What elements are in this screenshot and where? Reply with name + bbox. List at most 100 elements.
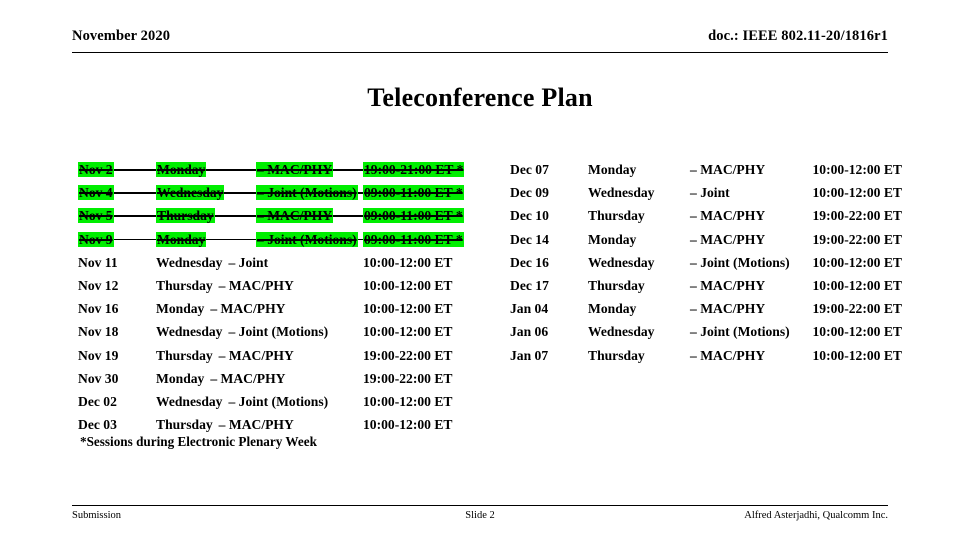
day-type-group: Wednesday – Joint (Motions): [156, 320, 328, 343]
session-date: Nov 4: [78, 181, 114, 204]
footer-slide-number: Slide 2: [465, 510, 495, 521]
session-date: Jan 04: [510, 301, 549, 317]
session-type: – Joint (Motions): [690, 254, 790, 270]
schedule-row: Dec 10 Thursday – MAC/PHY 19:00-22:00 ET: [510, 204, 902, 227]
highlight-mark: Wednesday: [156, 185, 225, 201]
schedule-row: Nov 30 Monday – MAC/PHY 19:00-22:00 ET: [78, 367, 478, 390]
session-date: Nov 11: [78, 254, 118, 270]
session-date: Nov 30: [78, 370, 119, 386]
schedule-row: Nov 19 Thursday – MAC/PHY 19:00-22:00 ET: [78, 344, 478, 367]
session-date: Nov 18: [78, 324, 119, 340]
page-title: Teleconference Plan: [367, 83, 593, 112]
session-time: 09:00-11:00 ET *: [363, 228, 464, 251]
session-type: – Joint (Motions): [690, 324, 790, 340]
schedule-row: Jan 07 Thursday – MAC/PHY 10:00-12:00 ET: [510, 344, 902, 367]
header-doc-ref: doc.: IEEE 802.11-20/1816r1: [708, 28, 888, 44]
schedule-row: Dec 09 Wednesday – Joint 10:00-12:00 ET: [510, 181, 902, 204]
highlight-mark: 09:00-11:00 ET *: [363, 208, 464, 224]
highlight-mark: – MAC/PHY: [256, 208, 334, 224]
session-time: 09:00-11:00 ET *: [363, 181, 464, 204]
session-type: – MAC/PHY: [690, 231, 766, 247]
highlight-mark: Nov 2: [78, 162, 114, 177]
schedule-row: Nov 12 Thursday – MAC/PHY 10:00-12:00 ET: [78, 274, 478, 297]
session-day: Thursday: [156, 204, 215, 227]
schedule-footnote: *Sessions during Electronic Plenary Week: [80, 434, 317, 449]
session-date: Nov 9: [78, 228, 114, 251]
footer-author: Alfred Asterjadhi, Qualcomm Inc.: [744, 510, 888, 521]
session-day: Monday: [588, 162, 637, 177]
highlight-mark: 09:00-11:00 ET *: [363, 185, 464, 201]
session-day: Monday: [156, 228, 207, 251]
highlight-mark: – Joint (Motions): [256, 231, 358, 247]
session-type: – MAC/PHY: [218, 277, 294, 293]
schedule-row: Nov 11 Wednesday – Joint 10:00-12:00 ET: [78, 251, 478, 274]
session-date: Nov 16: [78, 301, 119, 317]
day-type-group: Monday – MAC/PHY: [156, 297, 285, 320]
session-time: 10:00-12:00 ET: [812, 324, 903, 340]
schedule-row: Dec 03 Thursday – MAC/PHY 10:00-12:00 ET: [78, 413, 478, 436]
schedule-row: Nov 2 Monday – MAC/PHY 19:00-21:00 ET *: [78, 158, 478, 181]
session-day: Monday: [588, 301, 637, 317]
session-date: Jan 06: [510, 324, 549, 340]
session-type: – MAC/PHY: [690, 208, 766, 224]
day-type-group: Thursday – MAC/PHY: [156, 274, 294, 297]
session-type: – MAC/PHY: [256, 158, 334, 181]
session-day: Thursday: [156, 277, 213, 293]
highlight-mark: Monday: [156, 231, 207, 247]
session-date: Dec 17: [510, 277, 549, 293]
session-type: – MAC/PHY: [690, 277, 766, 293]
session-day: Wednesday: [588, 185, 655, 201]
schedule-row: Jan 06 Wednesday – Joint (Motions) 10:00-12…: [510, 320, 902, 343]
session-type: – MAC/PHY: [690, 301, 766, 317]
session-time: 10:00-12:00 ET: [363, 324, 453, 340]
session-day: Monday: [156, 370, 205, 386]
session-date: Dec 02: [78, 393, 117, 409]
highlight-mark: Thursday: [156, 208, 215, 224]
session-date: Dec 03: [78, 417, 117, 433]
schedule-row: Dec 17 Thursday – MAC/PHY 10:00-12:00 ET: [510, 274, 902, 297]
session-type: – MAC/PHY: [218, 417, 294, 433]
session-day: Thursday: [588, 208, 645, 224]
session-time: 10:00-12:00 ET: [812, 347, 903, 363]
session-date: Jan 07: [510, 347, 549, 363]
session-type: – Joint (Motions): [228, 324, 329, 340]
session-type: – Joint: [690, 185, 730, 201]
session-time: 19:00-22:00 ET: [812, 231, 903, 247]
session-time: 10:00-12:00 ET: [812, 277, 903, 293]
session-day: Wednesday: [588, 324, 655, 340]
header-date: November 2020: [72, 28, 171, 44]
schedule-row: Dec 02 Wednesday – Joint (Motions) 10:00-12…: [78, 390, 478, 413]
session-date: Nov 5: [78, 204, 114, 227]
session-time: 10:00-12:00 ET: [363, 417, 453, 433]
session-type: – MAC/PHY: [218, 347, 294, 363]
session-day: Monday: [156, 301, 205, 317]
session-date: Dec 16: [510, 254, 549, 270]
session-day: Monday: [156, 158, 207, 181]
session-date: Dec 10: [510, 208, 549, 224]
session-type: – Joint: [228, 254, 269, 270]
session-type: – Joint (Motions): [256, 181, 358, 204]
footer-submission: Submission: [72, 510, 122, 521]
schedule-row: Dec 14 Monday – MAC/PHY 19:00-22:00 ET: [510, 228, 902, 251]
highlight-mark: Nov 4: [78, 185, 114, 201]
session-time: 10:00-12:00 ET: [812, 162, 903, 177]
session-day: Thursday: [588, 277, 645, 293]
schedule-row: Dec 16 Wednesday – Joint (Motions) 10:00-12…: [510, 251, 902, 274]
session-type: – MAC/PHY: [690, 347, 766, 363]
slide-header: November 2020 doc.: IEEE 802.11-20/1816r…: [72, 28, 888, 53]
session-type: – MAC/PHY: [256, 204, 334, 227]
schedule-row: Nov 18 Wednesday – Joint (Motions) 10:00-12…: [78, 320, 478, 343]
session-day: Wednesday: [588, 254, 655, 270]
highlight-mark: 19:00-21:00 ET *: [363, 162, 465, 177]
session-time: 10:00-12:00 ET: [363, 277, 453, 293]
session-time: 19:00-22:00 ET: [812, 301, 903, 317]
session-time: 10:00-12:00 ET: [363, 301, 453, 317]
session-day: Wednesday: [156, 393, 223, 409]
schedule-row: Nov 16 Monday – MAC/PHY 10:00-12:00 ET: [78, 297, 478, 320]
schedule-row: Nov 9 Monday – Joint (Motions) 09:00-11:00 …: [78, 228, 478, 251]
day-type-group: Wednesday – Joint (Motions): [156, 390, 328, 413]
session-time: 10:00-12:00 ET: [812, 254, 903, 270]
highlight-mark: – MAC/PHY: [256, 162, 334, 177]
schedule-row: Nov 5 Thursday – MAC/PHY 09:00-11:00 ET *: [78, 204, 478, 227]
session-type: – MAC/PHY: [210, 370, 286, 386]
